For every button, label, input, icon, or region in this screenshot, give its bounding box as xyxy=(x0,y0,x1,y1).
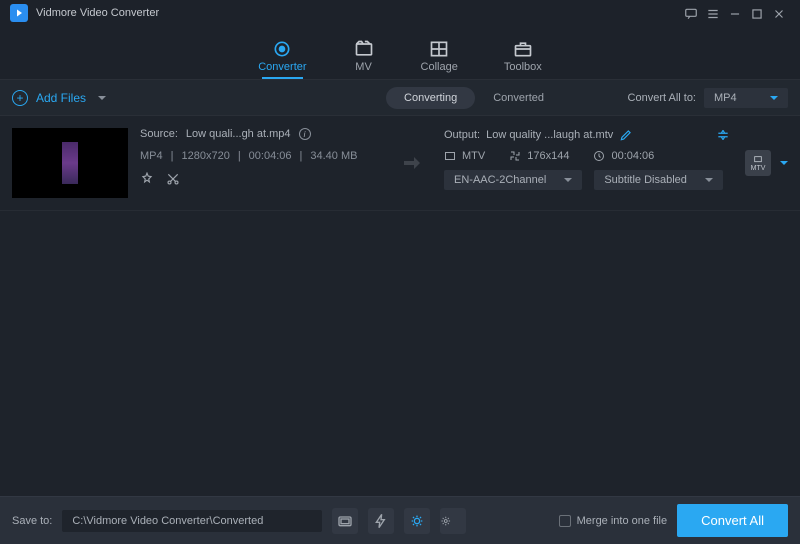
high-speed-button[interactable] xyxy=(404,508,430,534)
chevron-down-icon xyxy=(770,96,778,100)
mv-icon xyxy=(353,39,375,59)
plus-icon: + xyxy=(12,90,28,106)
chevron-down-icon xyxy=(705,178,713,182)
nav-label: MV xyxy=(355,61,372,73)
source-prefix: Source: xyxy=(140,128,178,140)
titlebar: Vidmore Video Converter xyxy=(0,0,800,26)
output-duration: 00:04:06 xyxy=(611,150,654,162)
output-format: MTV xyxy=(462,150,485,162)
convert-all-value: MP4 xyxy=(714,92,737,104)
toolbar: + Add Files Converting Converted Convert… xyxy=(0,80,800,116)
main-nav: Converter MV Collage Toolbox xyxy=(0,26,800,80)
chevron-down-icon xyxy=(98,96,106,100)
nav-label: Converter xyxy=(258,61,306,73)
nav-label: Collage xyxy=(421,61,458,73)
convert-all-dropdown[interactable]: MP4 xyxy=(704,88,788,108)
video-thumbnail[interactable] xyxy=(12,128,128,198)
output-filename: Low quality ...laugh at.mtv xyxy=(486,129,613,141)
tab-converted[interactable]: Converted xyxy=(475,87,562,109)
convert-all-group: Convert All to: MP4 xyxy=(628,88,788,108)
converter-icon xyxy=(271,39,293,59)
chevron-down-icon xyxy=(780,161,788,165)
subtitle-value: Subtitle Disabled xyxy=(604,174,687,186)
output-meta: Output: Low quality ...laugh at.mtv MTV … xyxy=(444,128,730,198)
convert-all-button[interactable]: Convert All xyxy=(677,504,788,537)
nav-collage[interactable]: Collage xyxy=(421,39,458,79)
minimize-button[interactable] xyxy=(724,5,746,21)
source-format: MP4 xyxy=(140,150,163,162)
gpu-toggle-button[interactable] xyxy=(368,508,394,534)
nav-toolbox[interactable]: Toolbox xyxy=(504,39,542,79)
edit-icon[interactable] xyxy=(619,128,633,142)
settings-button[interactable] xyxy=(440,508,466,534)
audio-select[interactable]: EN-AAC-2Channel xyxy=(444,170,582,190)
output-format-picker[interactable]: MTV xyxy=(742,128,788,198)
arrow-icon xyxy=(392,128,432,198)
merge-checkbox[interactable]: Merge into one file xyxy=(559,515,668,527)
file-list: Source: Low quali...gh at.mp4 i MP4 | 12… xyxy=(0,116,800,496)
save-path-value: C:\Vidmore Video Converter\Converted xyxy=(72,515,263,527)
split-icon[interactable] xyxy=(716,128,730,142)
nav-label: Toolbox xyxy=(504,61,542,73)
chevron-down-icon xyxy=(564,178,572,182)
close-button[interactable] xyxy=(768,5,790,21)
tab-converting[interactable]: Converting xyxy=(386,87,475,109)
source-size: 34.40 MB xyxy=(310,150,357,162)
toolbox-icon xyxy=(512,39,534,59)
save-to-label: Save to: xyxy=(12,515,52,527)
status-tabs: Converting Converted xyxy=(386,87,562,109)
feedback-icon[interactable] xyxy=(680,5,702,21)
audio-value: EN-AAC-2Channel xyxy=(454,174,546,186)
output-prefix: Output: xyxy=(444,129,480,141)
menu-icon[interactable] xyxy=(702,5,724,21)
add-files-button[interactable]: + Add Files xyxy=(12,90,106,106)
collage-icon xyxy=(428,39,450,59)
convert-all-label: Convert All to: xyxy=(628,92,696,104)
effects-icon[interactable] xyxy=(140,172,154,186)
source-resolution: 1280x720 xyxy=(181,150,229,162)
chevron-down-icon xyxy=(455,513,467,529)
file-row: Source: Low quali...gh at.mp4 i MP4 | 12… xyxy=(0,116,800,211)
nav-mv[interactable]: MV xyxy=(353,39,375,79)
merge-label: Merge into one file xyxy=(577,515,668,527)
app-title: Vidmore Video Converter xyxy=(36,7,159,19)
subtitle-select[interactable]: Subtitle Disabled xyxy=(594,170,723,190)
source-filename: Low quali...gh at.mp4 xyxy=(186,128,291,140)
footer: Save to: C:\Vidmore Video Converter\Conv… xyxy=(0,496,800,544)
info-icon[interactable]: i xyxy=(299,128,311,140)
format-badge: MTV xyxy=(745,150,771,176)
output-resolution: 176x144 xyxy=(527,150,569,162)
save-path-dropdown[interactable]: C:\Vidmore Video Converter\Converted xyxy=(62,510,322,532)
checkbox-icon xyxy=(559,515,571,527)
source-duration: 00:04:06 xyxy=(249,150,292,162)
add-files-label: Add Files xyxy=(36,91,86,105)
nav-converter[interactable]: Converter xyxy=(258,39,306,79)
maximize-button[interactable] xyxy=(746,5,768,21)
open-folder-button[interactable] xyxy=(332,508,358,534)
app-logo xyxy=(10,4,28,22)
cut-icon[interactable] xyxy=(166,172,180,186)
source-meta: Source: Low quali...gh at.mp4 i MP4 | 12… xyxy=(140,128,380,198)
